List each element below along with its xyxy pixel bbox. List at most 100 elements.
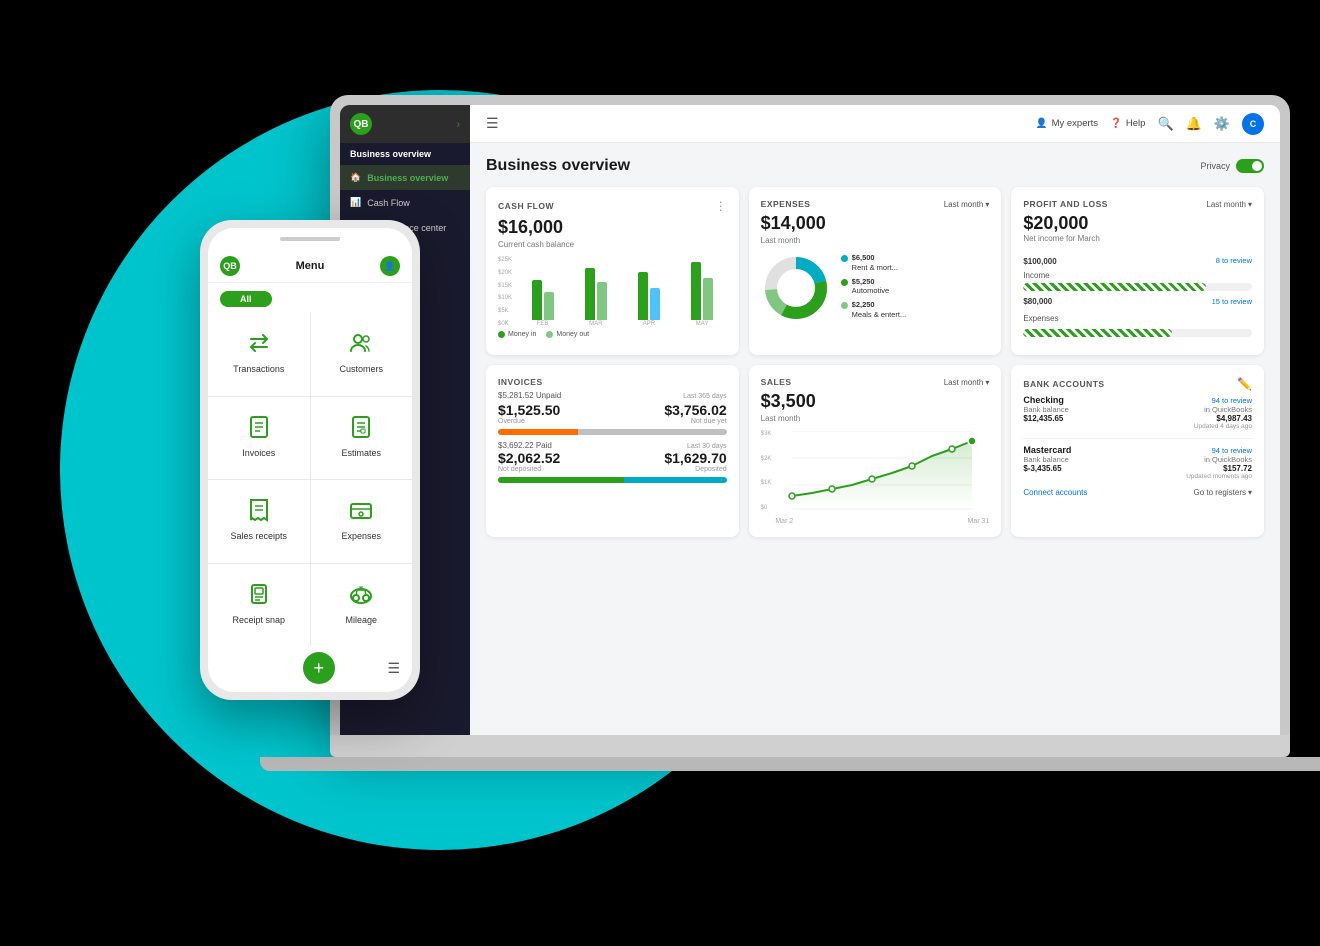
- checking-review[interactable]: 94 to review: [1212, 396, 1252, 405]
- toggle-switch[interactable]: [1236, 159, 1264, 173]
- mastercard-bank-label: Bank balance: [1023, 455, 1068, 464]
- expenses-icon: [345, 494, 377, 526]
- bar-in: [638, 272, 648, 320]
- deposited-amount: $1,629.70: [664, 450, 726, 466]
- estimates-icon: [345, 411, 377, 443]
- phone-menu-item-expenses[interactable]: Expenses: [311, 480, 413, 563]
- pl-period[interactable]: Last month ▾: [1206, 200, 1252, 209]
- pl-income-review[interactable]: 8 to review: [1216, 256, 1252, 265]
- user-avatar[interactable]: C: [1242, 113, 1264, 135]
- sales-line-chart: [775, 431, 989, 511]
- bar-group-apr: APR: [638, 272, 660, 327]
- top-bar-left: ☰: [486, 115, 499, 132]
- phone-header-icon[interactable]: 👤: [380, 256, 400, 276]
- invoices-amounts-row: $1,525.50 Overdue $3,756.02 Not due yet: [498, 402, 727, 425]
- phone-menu-item-customers[interactable]: Customers: [311, 313, 413, 396]
- phone-menu-item-estimates[interactable]: Estimates: [311, 397, 413, 480]
- connect-accounts-link[interactable]: Connect accounts: [1023, 488, 1087, 497]
- y-axis: $25K $20K $15K $10K $5K $0K: [498, 257, 512, 327]
- hamburger-icon[interactable]: ☰: [486, 115, 499, 132]
- bar-out: [703, 278, 713, 320]
- bank-mastercard: Mastercard 94 to review Bank balance $-3…: [1023, 445, 1252, 480]
- sales-receipts-label: Sales receipts: [230, 531, 287, 541]
- chevron-down-icon: ▾: [985, 200, 989, 209]
- cash-flow-menu-icon[interactable]: ⋮: [715, 199, 727, 213]
- donut-text-rent: $6,500 Rent & mort...: [852, 253, 898, 273]
- invoices-bar-overdue: [498, 429, 727, 435]
- pl-expense-review[interactable]: 15 to review: [1212, 297, 1252, 306]
- phone-menu-item-transactions[interactable]: Transactions: [208, 313, 310, 396]
- search-icon[interactable]: 🔍: [1157, 116, 1173, 132]
- mastercard-bank-balance-group: Bank balance $-3,435.65: [1023, 455, 1068, 480]
- customers-label: Customers: [339, 364, 383, 374]
- phone-menu-grid: Transactions Customers: [208, 313, 412, 646]
- sales-subtitle: Last month: [761, 414, 990, 423]
- pl-income-bar: [1023, 283, 1206, 291]
- pl-income-row: $100,000 8 to review Income: [1023, 251, 1252, 291]
- toggle-knob: [1252, 161, 1262, 171]
- notdue-amount: $3,756.02: [664, 402, 726, 418]
- legend-money-out: Money out: [546, 331, 589, 338]
- donut-sublabel-meals: Meals & entert...: [852, 310, 907, 319]
- notdeposited-label: Not deposited: [498, 466, 560, 473]
- sales-period-label: Last month: [944, 378, 984, 387]
- phone-menu-item-invoices[interactable]: Invoices: [208, 397, 310, 480]
- customers-icon: [345, 327, 377, 359]
- chevron-down-icon: ▾: [1248, 200, 1252, 209]
- pl-expense-text: Expenses: [1023, 314, 1058, 323]
- phone-fab-button[interactable]: +: [303, 652, 335, 684]
- bar-group-mar: MAR: [585, 268, 607, 327]
- go-registers-button[interactable]: Go to registers ▾: [1194, 488, 1252, 497]
- expenses-period[interactable]: Last month ▾: [944, 200, 990, 209]
- notdue-group: $3,756.02 Not due yet: [664, 402, 726, 425]
- laptop-device: QB › Business overview 🏠 Business overvi…: [330, 95, 1300, 815]
- bell-icon[interactable]: 🔔: [1186, 116, 1202, 132]
- filter-all-button[interactable]: All: [220, 291, 272, 307]
- bank-checking-header: Checking 94 to review: [1023, 395, 1252, 405]
- gear-icon[interactable]: ⚙️: [1214, 116, 1230, 132]
- donut-container: $6,500 Rent & mort... $5,250: [761, 253, 990, 324]
- phone-menu-item-sales-receipts[interactable]: Sales receipts: [208, 480, 310, 563]
- invoices-unpaid-text: $5,281.52 Unpaid: [498, 391, 561, 400]
- bar-out: [650, 288, 660, 320]
- person-icon: 👤: [1036, 118, 1048, 129]
- edit-icon[interactable]: ✏️: [1237, 377, 1252, 391]
- sidebar-item-cashflow[interactable]: 📊 Cash Flow: [340, 190, 470, 215]
- chevron-down-icon: ▾: [1248, 488, 1252, 497]
- bar-group-feb: FEB: [532, 280, 554, 327]
- invoices-paid-row: $3,692.22 Paid Last 30 days: [498, 441, 727, 450]
- checking-qb-label: in QuickBooks: [1194, 405, 1252, 414]
- legend-out-label: Money out: [556, 331, 589, 338]
- donut-legend: $6,500 Rent & mort... $5,250: [841, 253, 990, 324]
- checking-bank-balance-group: Bank balance $12,435.65: [1023, 405, 1068, 430]
- donut-sublabel-auto: Automotive: [852, 286, 890, 295]
- mileage-icon: [345, 578, 377, 610]
- pl-expense-bar: [1023, 329, 1172, 337]
- sidebar-item-label: Cash Flow: [367, 198, 410, 208]
- sidebar-expand-icon[interactable]: ›: [457, 119, 460, 130]
- pl-expense-amount-label: $80,000: [1023, 297, 1052, 306]
- bank-title: BANK ACCOUNTS: [1023, 379, 1104, 389]
- notdue-label: Not due yet: [664, 418, 726, 425]
- go-registers-label: Go to registers: [1194, 488, 1246, 497]
- privacy-toggle[interactable]: Privacy: [1200, 159, 1264, 173]
- my-experts-button[interactable]: 👤 My experts: [1036, 118, 1098, 129]
- bank-divider: [1023, 438, 1252, 439]
- sidebar-item-business-overview[interactable]: 🏠 Business overview: [340, 165, 470, 190]
- phone-menu-item-receipt-snap[interactable]: Receipt snap: [208, 564, 310, 647]
- bar-in: [532, 280, 542, 320]
- pl-income-text-row: Income: [1023, 271, 1252, 280]
- sales-y-axis: $3K $2K $1K $0: [761, 431, 772, 511]
- overdue-group: $1,525.50 Overdue: [498, 402, 560, 425]
- phone-menu-item-mileage[interactable]: Mileage: [311, 564, 413, 647]
- bar-pair: [638, 272, 660, 320]
- sales-period[interactable]: Last month ▾: [944, 378, 990, 387]
- page-title: Business overview: [486, 157, 630, 175]
- sales-chart-container: $3K $2K $1K $0: [761, 431, 990, 525]
- main-content: ☰ 👤 My experts ❓ Help 🔍: [470, 105, 1280, 735]
- help-button[interactable]: ❓ Help: [1110, 118, 1145, 129]
- invoices-card-header: INVOICES: [498, 377, 727, 387]
- phone-hamburger-icon[interactable]: ☰: [387, 660, 400, 677]
- mastercard-review[interactable]: 94 to review: [1212, 446, 1252, 455]
- x-start-label: Mar 2: [775, 518, 793, 525]
